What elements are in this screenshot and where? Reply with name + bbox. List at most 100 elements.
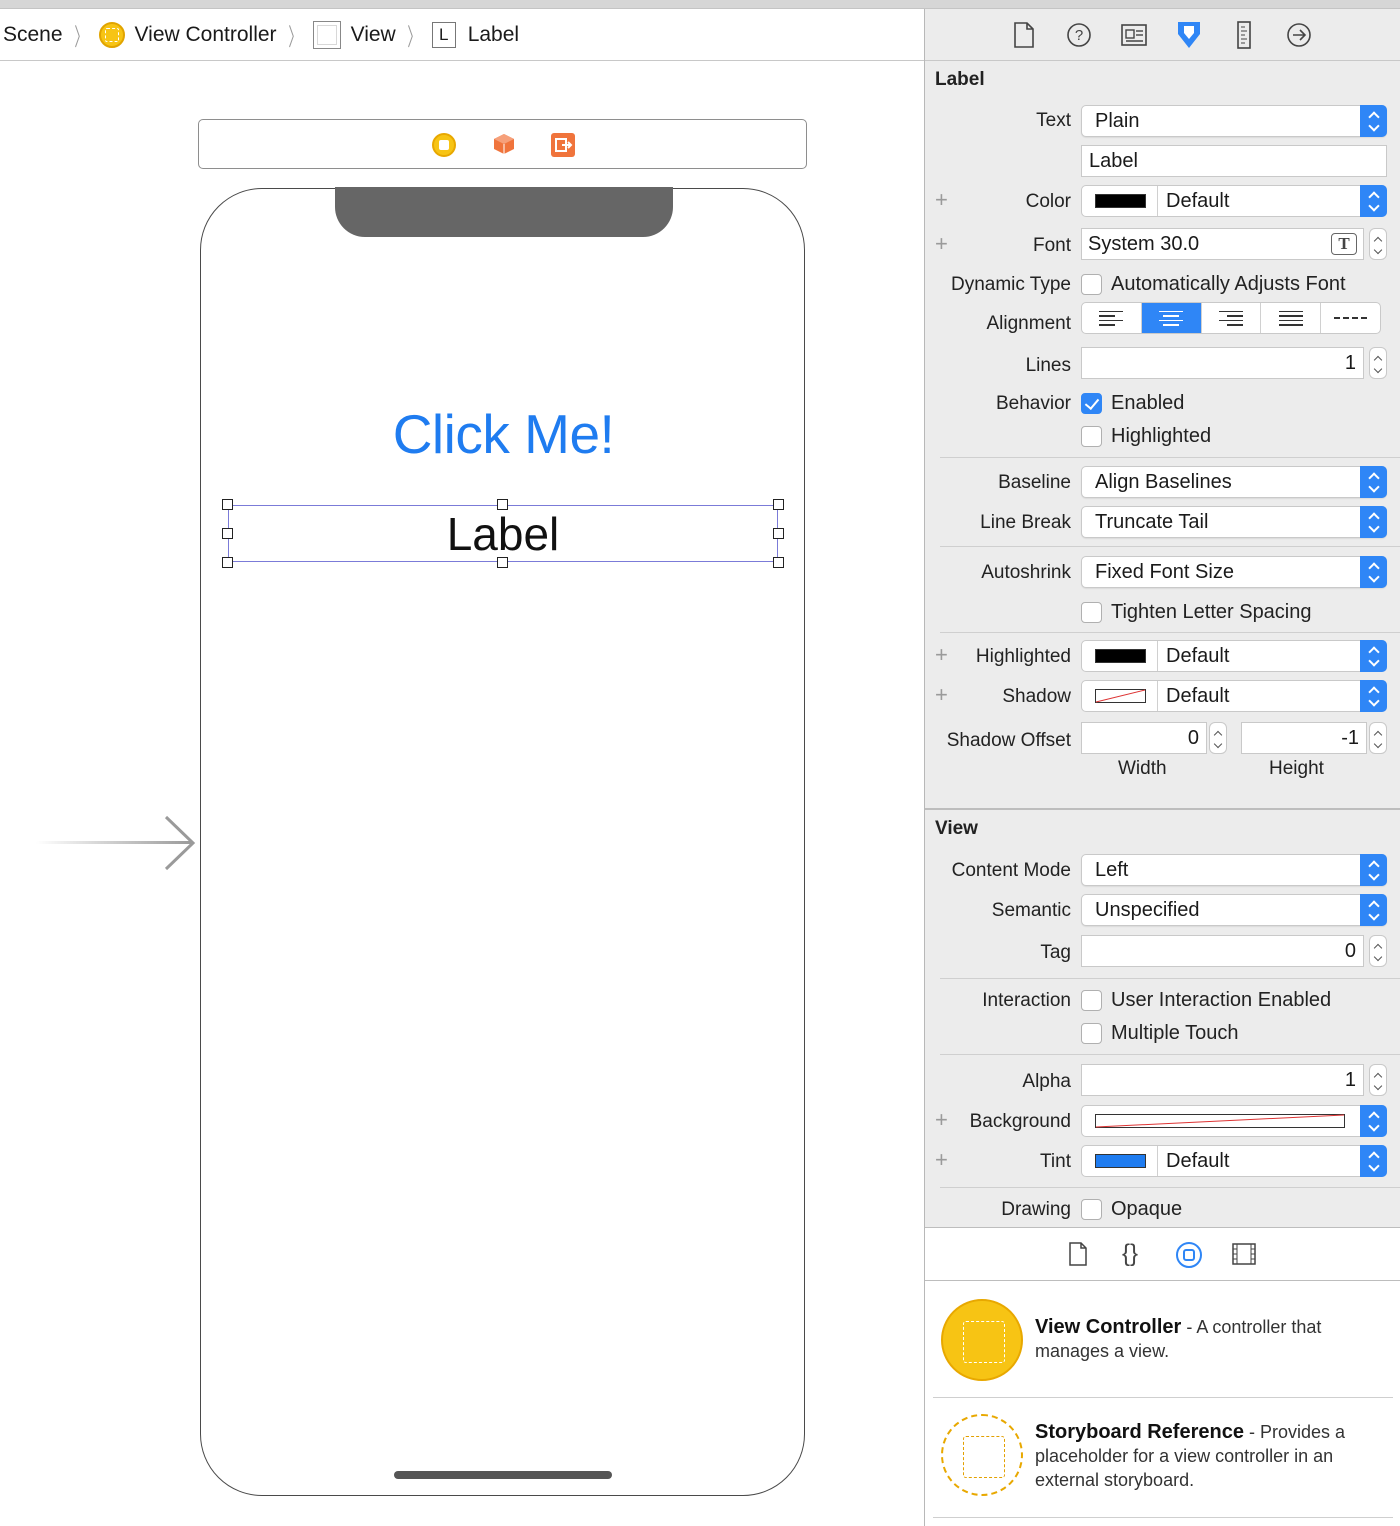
font-field[interactable]: System 30.0 T [1081,228,1364,260]
shadow-color-value: Default [1166,685,1230,707]
label-text-field[interactable]: Label [1081,145,1387,177]
library-item-view-controller[interactable]: View Controller - A controller that mana… [933,1281,1393,1399]
resize-handle[interactable] [222,528,233,539]
click-me-button[interactable]: Click Me! [201,402,806,466]
multiple-touch-label: Multiple Touch [1111,1022,1239,1044]
resize-handle[interactable] [222,499,233,510]
multiple-touch-checkbox[interactable] [1081,1023,1102,1044]
font-picker-icon[interactable]: T [1331,233,1357,255]
text-type-popup[interactable]: Plain [1081,105,1387,137]
alignment-segmented-control[interactable] [1081,302,1381,334]
popup-arrows-icon [1360,854,1387,886]
add-variation-icon[interactable]: + [935,642,948,668]
text-color-well[interactable]: Default [1081,185,1387,217]
tag-field[interactable]: 0 [1081,935,1364,967]
add-variation-icon[interactable]: + [935,682,948,708]
svg-text:?: ? [1075,27,1083,44]
breadcrumb-view-controller[interactable]: View Controller [98,21,277,48]
home-indicator [394,1471,612,1479]
breadcrumb-label: Scene [3,22,63,46]
semantic-popup[interactable]: Unspecified [1081,894,1387,926]
auto-adjust-font-checkbox[interactable] [1081,274,1102,295]
breadcrumb-scene[interactable]: Scene [3,23,63,47]
breadcrumb-label: View [350,22,396,46]
align-right-icon[interactable] [1202,303,1262,333]
tag-stepper[interactable] [1369,935,1387,967]
enabled-checkbox[interactable] [1081,393,1102,414]
object-library-icon[interactable] [1175,1241,1203,1274]
color-swatch [1095,194,1146,208]
shadow-width-stepper[interactable] [1209,722,1227,754]
object-library-list: View Controller - A controller that mana… [925,1281,1400,1526]
align-left-icon[interactable] [1082,303,1142,333]
add-variation-icon[interactable]: + [935,1147,948,1173]
exit-icon[interactable] [551,133,575,157]
opaque-checkbox[interactable] [1081,1199,1102,1220]
text-row-label: Text [1036,110,1071,131]
quick-help-icon[interactable]: ? [1064,19,1094,51]
view-controller-icon[interactable] [432,133,456,157]
baseline-popup[interactable]: Align Baselines [1081,466,1387,498]
lines-stepper[interactable] [1369,347,1387,379]
alignment-row-label: Alignment [986,313,1072,334]
line-break-value: Truncate Tail [1095,511,1209,533]
content-mode-popup[interactable]: Left [1081,854,1387,886]
file-template-icon[interactable] [1068,1242,1088,1271]
highlighted-checkbox[interactable] [1081,426,1102,447]
jump-bar: Scene 〉 View Controller 〉 View 〉 L Label [0,9,924,61]
resize-handle[interactable] [497,557,508,568]
shadow-color-well[interactable]: Default [1081,680,1387,712]
identity-inspector-icon[interactable] [1119,19,1149,51]
resize-handle[interactable] [773,528,784,539]
connections-inspector-icon[interactable] [1284,19,1314,51]
align-justified-icon[interactable] [1261,303,1322,333]
code-snippet-icon[interactable]: {} [1122,1240,1138,1268]
tighten-spacing-checkbox[interactable] [1081,602,1102,623]
semantic-value: Unspecified [1095,899,1200,921]
add-variation-icon[interactable]: + [935,1107,948,1133]
file-inspector-icon[interactable] [1009,19,1039,51]
iphone-canvas[interactable]: Click Me! Label [200,187,806,1496]
alpha-stepper[interactable] [1369,1064,1387,1096]
shadow-width-field[interactable]: 0 [1081,722,1207,754]
add-variation-icon[interactable]: + [935,231,948,257]
tint-color-well[interactable]: Default [1081,1145,1387,1177]
first-responder-icon[interactable] [492,132,516,156]
user-interaction-checkbox[interactable] [1081,990,1102,1011]
highlighted-color-well[interactable]: Default [1081,640,1387,672]
shadow-height-field[interactable]: -1 [1241,722,1367,754]
lines-field[interactable]: 1 [1081,347,1364,379]
shadow-height-stepper[interactable] [1369,722,1387,754]
font-size-stepper[interactable] [1369,228,1387,260]
color-swatch [1095,649,1146,663]
resize-handle[interactable] [773,499,784,510]
storyboard-entry-point-arrow[interactable] [36,812,198,872]
resize-handle[interactable] [773,557,784,568]
storyboard-reference-icon [941,1414,1023,1496]
line-break-row-label: Line Break [980,512,1071,533]
selected-label[interactable]: Label [222,499,784,568]
tint-value: Default [1166,1150,1230,1172]
resize-handle[interactable] [497,499,508,510]
alpha-field[interactable]: 1 [1081,1064,1364,1096]
media-library-icon[interactable] [1232,1243,1256,1270]
user-interaction-label: User Interaction Enabled [1111,989,1332,1011]
align-natural-icon[interactable] [1321,303,1380,333]
autoshrink-popup[interactable]: Fixed Font Size [1081,556,1387,588]
breadcrumb-view[interactable]: View [312,20,396,49]
library-item-storyboard-reference[interactable]: Storyboard Reference - Provides a placeh… [933,1399,1393,1517]
storyboard-editor[interactable]: Scene 〉 View Controller 〉 View 〉 L Label [0,9,924,1526]
add-variation-icon[interactable]: + [935,187,948,213]
dynamic-type-label: Dynamic Type [950,274,1071,295]
resize-handle[interactable] [222,557,233,568]
breadcrumb-label-item[interactable]: L Label [431,21,519,48]
align-center-icon[interactable] [1141,303,1202,333]
line-break-popup[interactable]: Truncate Tail [1081,506,1387,538]
popup-arrows-icon [1360,105,1387,137]
device-notch [335,187,673,237]
size-inspector-icon[interactable] [1229,19,1259,51]
drawing-label: Drawing [1001,1199,1071,1220]
attributes-inspector-icon[interactable] [1174,19,1204,51]
background-color-well[interactable] [1081,1105,1387,1137]
library-item-text: View Controller - A controller that mana… [1035,1315,1380,1363]
